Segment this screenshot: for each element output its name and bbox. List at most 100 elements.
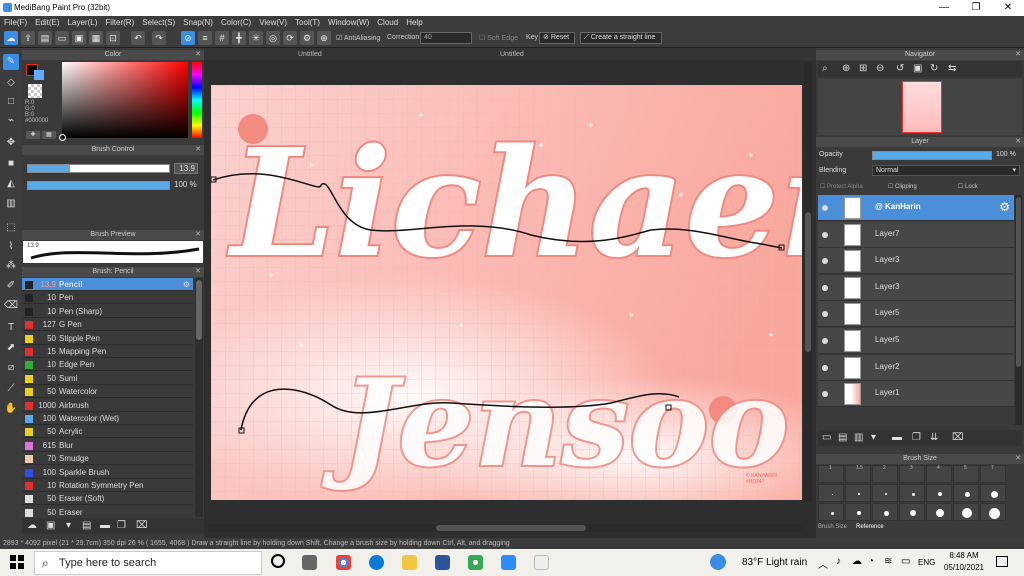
- brush-list-item[interactable]: 70 Smudge: [22, 452, 193, 466]
- gradient-tool-icon[interactable]: ▥: [3, 196, 19, 212]
- tray-chevron-icon[interactable]: ︿: [818, 556, 828, 571]
- network-icon[interactable]: ◔: [868, 556, 874, 567]
- snap-settings-icon[interactable]: ⚙: [300, 31, 314, 45]
- file-explorer-icon[interactable]: [402, 555, 417, 570]
- menu-view[interactable]: View(V): [255, 16, 291, 29]
- layer-visibility-icon[interactable]: [822, 311, 828, 318]
- brush-size-slider[interactable]: [27, 164, 170, 173]
- close-button[interactable]: ✕: [992, 0, 1024, 16]
- select-pen-icon[interactable]: ✐: [3, 278, 19, 294]
- brush-list-item[interactable]: 50 Eraser (Soft): [22, 492, 193, 506]
- windows-start-icon[interactable]: [10, 555, 24, 569]
- menu-help[interactable]: Help: [402, 16, 426, 29]
- taskbar-search[interactable]: ⌕ Type here to search: [34, 551, 262, 575]
- layer-visibility-icon[interactable]: [822, 284, 828, 291]
- layer-visibility-icon[interactable]: [822, 258, 828, 265]
- brush-list-item[interactable]: 100 Watercolor (Wet): [22, 412, 193, 425]
- panel-close-icon[interactable]: ✕: [1015, 454, 1021, 464]
- brush-settings-icon[interactable]: ⚙: [183, 278, 190, 291]
- layer-folder-icon[interactable]: ▬: [892, 432, 902, 443]
- wifi-icon[interactable]: ≋: [884, 556, 892, 567]
- brush-list-item[interactable]: 615 Blur: [22, 439, 193, 452]
- brush-folder-icon[interactable]: ▬: [100, 520, 110, 531]
- layer-row[interactable]: Layer1: [818, 381, 1014, 408]
- clock-time[interactable]: 8:48 AM: [944, 551, 984, 560]
- blending-select[interactable]: Normal ▾: [872, 165, 1020, 176]
- layer-visibility-icon[interactable]: [822, 391, 828, 398]
- menu-tool[interactable]: Tool(T): [291, 16, 324, 29]
- layer-row[interactable]: Layer5: [818, 301, 1014, 328]
- brush-size-cell[interactable]: [899, 503, 925, 521]
- snap-parallel-icon[interactable]: ≡: [198, 31, 212, 45]
- task-view-icon[interactable]: [302, 555, 317, 570]
- brush-list-item[interactable]: 10 Rotation Symmetry Pen: [22, 479, 193, 492]
- notification-icon[interactable]: [996, 556, 1008, 567]
- layer-row[interactable]: @ KanHarin ⚙: [818, 195, 1014, 221]
- layer-row[interactable]: Layer3: [818, 248, 1014, 275]
- color-add-icon[interactable]: ✚: [26, 131, 40, 139]
- transparent-color-swatch[interactable]: [28, 84, 42, 98]
- layer-row[interactable]: Layer3: [818, 274, 1014, 301]
- share-icon[interactable]: ▣: [72, 31, 86, 45]
- layer-settings-icon[interactable]: ⚙: [999, 200, 1010, 214]
- panel-close-icon[interactable]: ✕: [195, 230, 201, 240]
- brush-size-cell[interactable]: [818, 503, 844, 521]
- hand-tool-icon[interactable]: ✋: [3, 401, 19, 417]
- menu-cloud[interactable]: Cloud: [373, 16, 402, 29]
- menu-color[interactable]: Color(C): [217, 16, 255, 29]
- volume-icon[interactable]: ♪: [836, 556, 841, 567]
- maximize-button[interactable]: ❐: [960, 0, 992, 16]
- redo-icon[interactable]: ↷: [152, 31, 166, 45]
- hue-slider[interactable]: [192, 62, 202, 138]
- layer-visibility-icon[interactable]: [822, 205, 828, 211]
- lock-checkbox[interactable]: ☐ Lock: [958, 183, 978, 190]
- color-picker-cursor[interactable]: [59, 134, 66, 141]
- brush-duplicate-icon[interactable]: ❐: [117, 520, 126, 531]
- select-eraser-icon[interactable]: ⌫: [3, 298, 19, 314]
- brush-list-item[interactable]: 50 Eraser: [22, 506, 193, 517]
- brush-list-item[interactable]: 127 G Pen: [22, 318, 193, 332]
- color-picker-gradient[interactable]: [62, 62, 188, 138]
- save-icon[interactable]: ▤: [38, 31, 52, 45]
- menu-select[interactable]: Select(S): [138, 16, 179, 29]
- zoom-icon[interactable]: ⌕: [822, 63, 828, 74]
- add-layer-menu-icon[interactable]: ▾: [871, 432, 876, 443]
- snap-curve-icon[interactable]: ⟳: [283, 31, 297, 45]
- brush-list-item[interactable]: 50 Watercolor: [22, 385, 193, 399]
- brush-delete-icon[interactable]: ⌧: [136, 520, 148, 531]
- brush-size-cell[interactable]: [926, 484, 952, 502]
- chrome-icon[interactable]: [336, 555, 351, 570]
- dot-tool-icon[interactable]: □: [3, 94, 19, 110]
- layer-visibility-icon[interactable]: [822, 231, 828, 238]
- brush-list-item[interactable]: 10 Pen: [22, 291, 193, 305]
- brush-list-item[interactable]: 10 Edge Pen: [22, 358, 193, 372]
- panel-close-icon[interactable]: ✕: [195, 145, 201, 155]
- chrome-profile-icon[interactable]: [468, 555, 483, 570]
- duplicate-layer-icon[interactable]: ❐: [912, 432, 921, 443]
- brush-size-cell[interactable]: [953, 503, 979, 521]
- medibang-taskbar-icon[interactable]: [534, 555, 549, 570]
- lasso-tool-icon[interactable]: ⌇: [3, 239, 19, 255]
- menu-filter[interactable]: Filter(R): [101, 16, 138, 29]
- battery-icon[interactable]: ▭: [901, 556, 910, 567]
- magic-wand-icon[interactable]: ⁂: [3, 258, 19, 274]
- comment-icon[interactable]: ▭: [55, 31, 69, 45]
- brush-list-item[interactable]: 13.9 Pencil ⚙: [22, 278, 193, 291]
- fit-window-icon[interactable]: ▣: [913, 63, 922, 74]
- brush-add-menu-icon[interactable]: ▾: [66, 520, 71, 531]
- new-layer-icon[interactable]: ▭: [822, 432, 831, 443]
- brush-list-scroll-thumb[interactable]: [196, 280, 202, 340]
- menu-edit[interactable]: Edit(E): [31, 16, 63, 29]
- zoom-out-icon[interactable]: ⊖: [876, 63, 884, 74]
- zoom-app-icon[interactable]: [501, 555, 516, 570]
- soft-edge-checkbox[interactable]: ☐ Soft Edge: [479, 34, 518, 42]
- canvas-vertical-scroll-thumb[interactable]: [805, 212, 811, 352]
- brush-list-item[interactable]: 15 Mapping Pen: [22, 345, 193, 358]
- snap-vanish-icon[interactable]: ⊕: [317, 31, 331, 45]
- brush-list-item[interactable]: 50 Stipple Pen: [22, 332, 193, 345]
- brush-list-item[interactable]: 1000 Airbrush: [22, 399, 193, 412]
- edge-icon[interactable]: [369, 555, 384, 570]
- panel-close-icon[interactable]: ✕: [195, 50, 201, 60]
- operation-tool-icon[interactable]: ⬈: [3, 340, 19, 356]
- brush-size-cell[interactable]: [899, 484, 925, 502]
